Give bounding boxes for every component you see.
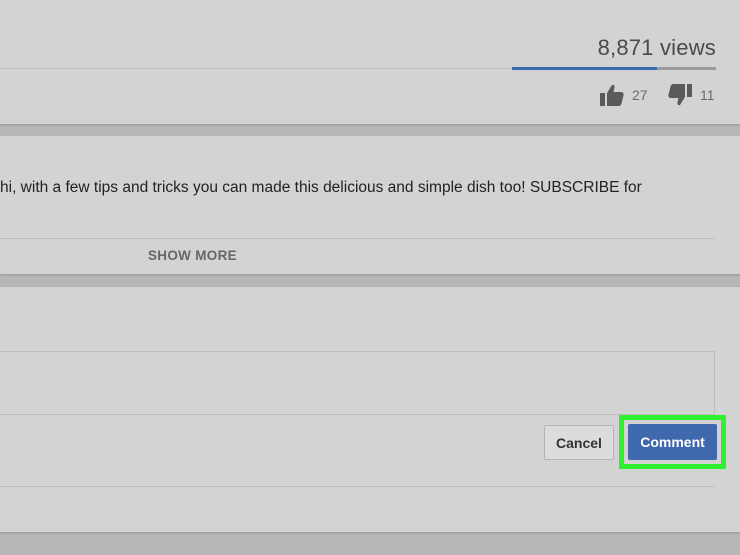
comment-submit-button[interactable]: Comment: [628, 424, 717, 460]
divider: [0, 68, 512, 69]
video-description: hi, with a few tips and tricks you can m…: [0, 179, 642, 196]
view-count: 8,871 views: [597, 35, 716, 60]
thumbs-up-icon: [600, 84, 624, 106]
like-ratio-fill: [512, 67, 657, 70]
description-card: [0, 136, 740, 274]
divider: [0, 238, 715, 239]
like-dislike-ratio-bar: [512, 67, 716, 70]
thumbs-down-icon: [668, 84, 692, 106]
like-count: 27: [632, 87, 648, 103]
cancel-button[interactable]: Cancel: [544, 425, 614, 460]
dislike-count: 11: [700, 87, 715, 103]
comment-input[interactable]: [0, 351, 715, 415]
divider: [0, 486, 715, 487]
dislike-button[interactable]: 11: [668, 82, 715, 108]
show-more-button[interactable]: SHOW MORE: [148, 248, 237, 263]
like-button[interactable]: 27: [600, 82, 648, 108]
